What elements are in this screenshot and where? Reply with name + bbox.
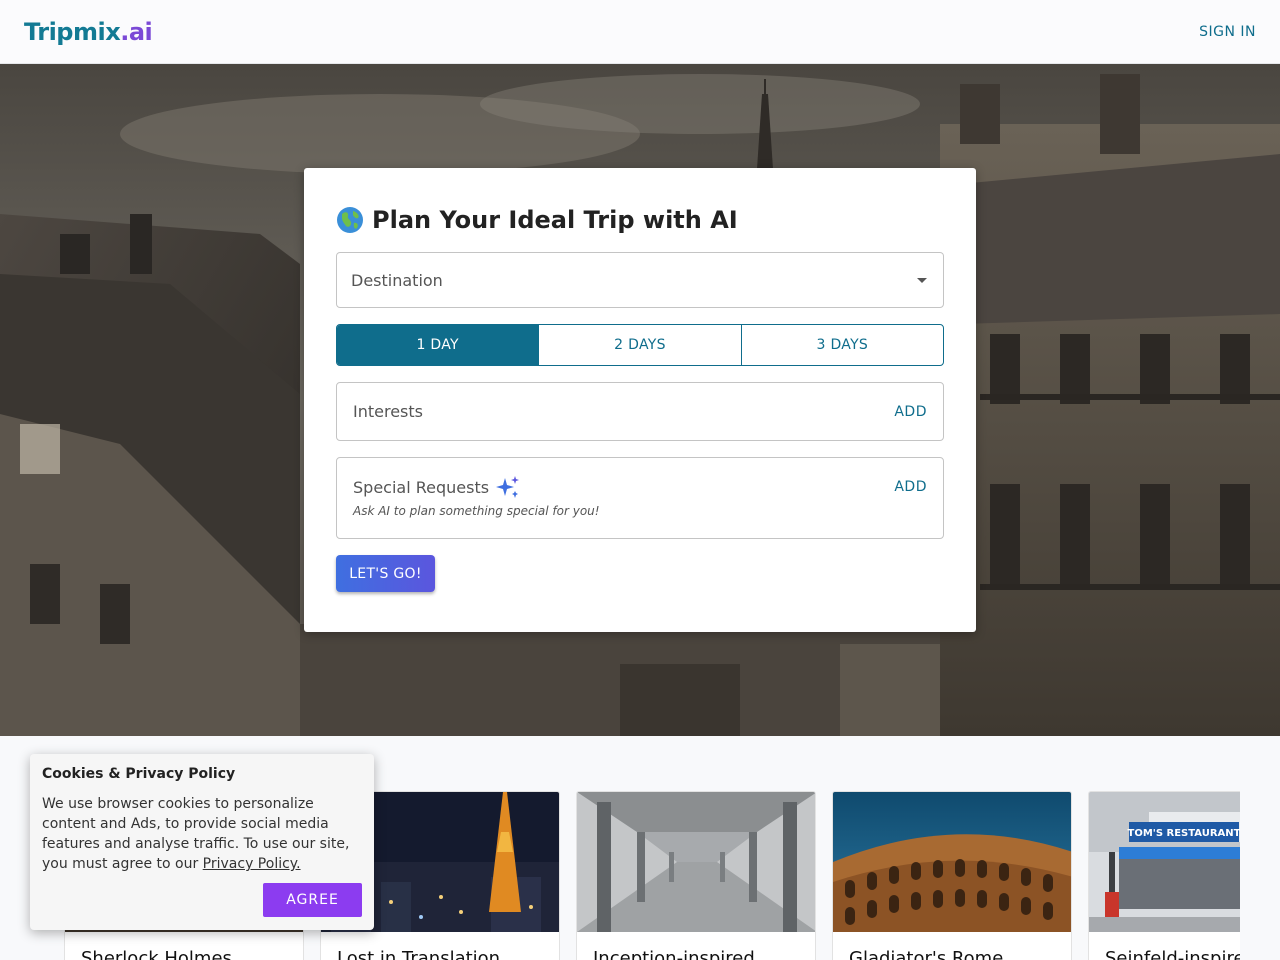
special-requests-hint: Ask AI to plan something special for you…: [353, 504, 600, 518]
trip-planner-card: Plan Your Ideal Trip with AI Destination…: [304, 168, 976, 632]
cookie-title: Cookies & Privacy Policy: [42, 766, 236, 782]
globe-icon: [337, 207, 363, 233]
itinerary-title: Gladiator's Rome: [849, 948, 1004, 960]
day-option-2[interactable]: 2 DAYS: [539, 325, 742, 365]
destination-select[interactable]: Destination: [336, 252, 944, 308]
itinerary-card[interactable]: TOM'S RESTAURANT Seinfeld-inspire: [1088, 791, 1240, 960]
chevron-down-icon: [917, 277, 927, 283]
itinerary-image: [577, 792, 815, 932]
planner-title: Plan Your Ideal Trip with AI: [336, 206, 738, 234]
special-requests-add-button[interactable]: ADD: [894, 479, 927, 495]
sign-in-button[interactable]: SIGN IN: [1199, 24, 1256, 40]
logo-text-main: Tripmix: [24, 17, 121, 46]
itinerary-card[interactable]: Gladiator's Rome: [832, 791, 1072, 960]
lets-go-button[interactable]: LET'S GO!: [336, 555, 435, 592]
privacy-policy-link[interactable]: Privacy Policy.: [203, 856, 301, 872]
logo-text-suffix: .ai: [120, 17, 153, 46]
interests-field[interactable]: Interests ADD: [336, 382, 944, 441]
itinerary-title: Lost in Translation: [337, 948, 501, 960]
itinerary-title: Sherlock Holmes: [81, 948, 232, 960]
day-option-1[interactable]: 1 DAY: [337, 325, 540, 365]
top-nav-bar: Tripmix.ai SIGN IN: [0, 0, 1280, 64]
itinerary-image: [833, 792, 1071, 932]
cookie-text: We use browser cookies to personalize co…: [42, 794, 362, 874]
tripmix-logo[interactable]: Tripmix.ai: [24, 17, 153, 46]
planner-title-text: Plan Your Ideal Trip with AI: [372, 206, 738, 234]
itinerary-title: Inception-inspired: [593, 948, 755, 960]
restaurant-sign-text: TOM'S RESTAURANT: [1128, 828, 1240, 839]
destination-placeholder: Destination: [351, 270, 443, 290]
interests-label: Interests: [353, 402, 423, 421]
special-requests-label: Special Requests: [353, 477, 490, 497]
interests-add-button[interactable]: ADD: [894, 404, 927, 420]
itinerary-title: Seinfeld-inspire: [1105, 948, 1240, 960]
special-requests-field[interactable]: Special Requests ADD Ask AI to plan some…: [336, 457, 944, 539]
itinerary-card[interactable]: Inception-inspired: [576, 791, 816, 960]
sparkle-icon: [496, 476, 520, 498]
trip-length-toggle: 1 DAY 2 DAYS 3 DAYS: [336, 324, 944, 366]
cookie-body: We use browser cookies to personalize co…: [42, 796, 350, 872]
agree-button[interactable]: AGREE: [263, 883, 362, 917]
day-option-3[interactable]: 3 DAYS: [742, 325, 943, 365]
itinerary-image: TOM'S RESTAURANT: [1089, 792, 1240, 932]
cookie-consent-banner: Cookies & Privacy Policy We use browser …: [30, 754, 374, 930]
